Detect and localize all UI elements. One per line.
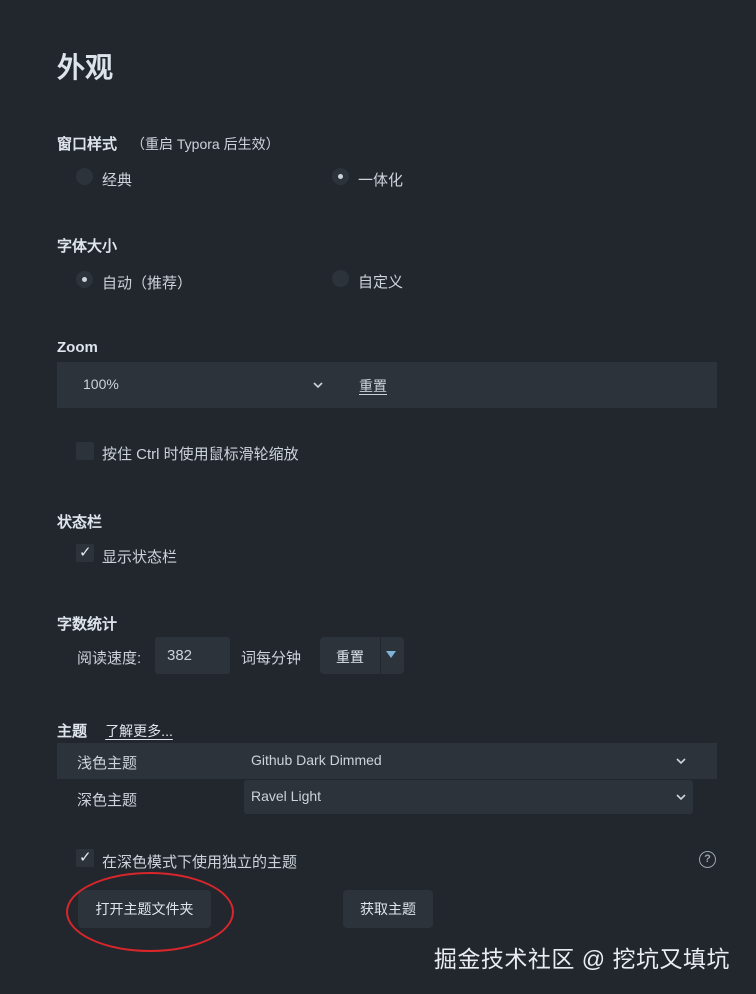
split-divider — [380, 637, 381, 674]
window-style-classic-radio[interactable] — [76, 168, 93, 185]
zoom-select-value[interactable]: 100% — [83, 376, 119, 392]
zoom-label: Zoom — [57, 339, 98, 356]
light-theme-row — [57, 743, 717, 779]
annotation-circle — [66, 872, 234, 952]
help-icon[interactable]: ? — [699, 851, 716, 868]
theme-label: 主题 — [57, 723, 88, 740]
light-theme-chevron-down-icon[interactable] — [675, 755, 687, 767]
window-style-unibody-label[interactable]: 一体化 — [358, 169, 403, 190]
font-size-custom-label[interactable]: 自定义 — [358, 271, 403, 292]
theme-section: 主题 了解更多... — [57, 720, 173, 741]
font-size-auto-radio[interactable] — [76, 271, 93, 288]
window-style-label: 窗口样式 — [57, 136, 118, 153]
font-size-custom-radio[interactable] — [332, 270, 349, 287]
reading-speed-reset-button[interactable]: 重置 — [336, 647, 364, 667]
light-theme-label: 浅色主题 — [77, 755, 138, 772]
word-count-label: 字数统计 — [57, 616, 118, 633]
ctrl-scroll-zoom-checkbox[interactable] — [76, 442, 94, 460]
page-title: 外观 — [57, 52, 114, 83]
dark-theme-select[interactable]: Ravel Light — [251, 788, 321, 804]
window-style-unibody-radio[interactable] — [332, 168, 349, 185]
show-status-bar-label[interactable]: 显示状态栏 — [102, 546, 177, 567]
window-style-section: 窗口样式 （重启 Typora 后生效） — [57, 133, 280, 154]
reading-speed-input[interactable]: 382 — [155, 637, 230, 674]
zoom-bar — [57, 362, 717, 408]
caret-down-icon[interactable] — [386, 651, 396, 659]
status-bar-label: 状态栏 — [57, 514, 103, 531]
window-style-classic-label[interactable]: 经典 — [102, 169, 132, 190]
get-themes-button[interactable]: 获取主题 — [343, 890, 433, 928]
zoom-reset-link[interactable]: 重置 — [359, 376, 387, 396]
reading-speed-reset-group: 重置 — [320, 637, 404, 674]
watermark: 掘金技术社区 @ 挖坑又填坑 — [433, 946, 730, 972]
zoom-chevron-down-icon[interactable] — [312, 379, 324, 391]
reading-speed-label: 阅读速度: — [77, 650, 142, 667]
font-size-auto-label[interactable]: 自动（推荐） — [102, 272, 192, 293]
show-status-bar-checkbox[interactable] — [76, 543, 94, 562]
separate-dark-theme-label[interactable]: 在深色模式下使用独立的主题 — [102, 851, 297, 872]
window-style-note: （重启 Typora 后生效） — [131, 136, 280, 152]
learn-more-link[interactable]: 了解更多... — [105, 723, 173, 739]
light-theme-select[interactable]: Github Dark Dimmed — [251, 752, 382, 768]
dark-theme-chevron-down-icon[interactable] — [675, 791, 687, 803]
ctrl-scroll-zoom-label[interactable]: 按住 Ctrl 时使用鼠标滑轮缩放 — [102, 443, 299, 464]
words-per-minute-label: 词每分钟 — [241, 650, 302, 667]
separate-dark-theme-checkbox[interactable] — [76, 848, 94, 867]
font-size-label: 字体大小 — [57, 238, 118, 255]
dark-theme-label: 深色主题 — [77, 792, 138, 809]
